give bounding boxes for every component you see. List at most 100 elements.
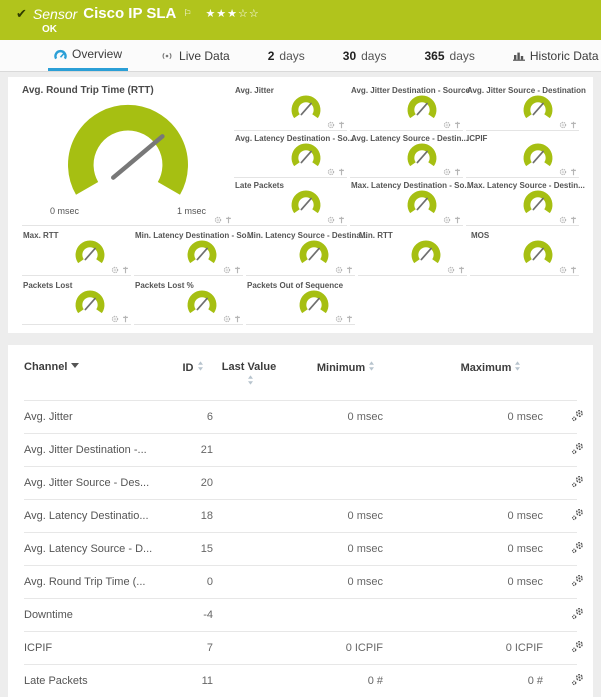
gauge-pin-icon[interactable] <box>454 121 461 129</box>
priority-stars[interactable]: ★★★☆☆ <box>205 7 259 20</box>
gauge-settings-gear-icon[interactable] <box>111 315 119 323</box>
gauge-card[interactable]: Avg. Jitter <box>234 83 347 131</box>
gauge-card[interactable]: MOS <box>470 228 579 276</box>
gauge-pin-icon[interactable] <box>458 266 465 274</box>
gauge-settings-gear-icon[interactable] <box>223 315 231 323</box>
gauge-settings-gear-icon[interactable] <box>443 216 451 224</box>
channel-settings-gears-icon[interactable] <box>571 442 584 458</box>
channel-maximum: 0 msec <box>411 531 571 566</box>
gauge-settings-gear-icon[interactable] <box>223 266 231 274</box>
column-header-maximum[interactable]: Maximum <box>411 357 571 400</box>
gauge-settings-gear-icon[interactable] <box>335 315 343 323</box>
gauge-settings-gear-icon[interactable] <box>335 266 343 274</box>
column-header-actions <box>571 357 577 400</box>
gauge-settings-gear-icon[interactable] <box>559 168 567 176</box>
small-gauges-grid: Avg. Jitter Avg. Jitter Destination - So… <box>234 83 586 226</box>
sort-arrows-icon <box>514 361 521 374</box>
gauge-card[interactable]: Min. Latency Source - Destina... <box>246 228 367 276</box>
tab-overview[interactable]: Overview <box>48 40 129 71</box>
gauge-settings-gear-icon[interactable] <box>559 266 567 274</box>
tab-365-days[interactable]: 365 days <box>418 40 480 71</box>
sensor-status-header: ✔ Sensor Cisco IP SLA ⚐ ★★★☆☆ OK <box>0 0 601 40</box>
gauge-card[interactable]: Avg. Jitter Destination - Source <box>350 83 470 131</box>
gauge-card[interactable]: ICPIF <box>466 131 579 179</box>
gauge-settings-gear-icon[interactable] <box>443 121 451 129</box>
tab-historic-data[interactable]: Historic Data <box>507 40 601 71</box>
gauge-card[interactable]: Packets Lost % <box>134 278 243 326</box>
table-row: Late Packets 11 0 # 0 # <box>24 663 583 697</box>
channel-settings-gears-icon[interactable] <box>571 574 584 590</box>
small-gauges-row-5: Packets Lost Packets Lost % Packets Out … <box>22 278 579 326</box>
gauge-card[interactable]: Max. Latency Source - Destin... <box>466 178 585 226</box>
table-row: Avg. Jitter 6 0 msec 0 msec <box>24 399 583 434</box>
gauge-settings-gear-icon[interactable] <box>447 266 455 274</box>
sensor-name[interactable]: Cisco IP SLA <box>83 5 176 22</box>
channel-settings-gears-icon[interactable] <box>571 409 584 425</box>
channel-settings-gears-icon[interactable] <box>571 508 584 524</box>
channel-name: Avg. Round Trip Time (... <box>24 564 169 599</box>
channel-settings-gears-icon[interactable] <box>571 640 584 656</box>
gauge-pin-icon[interactable] <box>570 216 577 224</box>
priority-flag-icon[interactable]: ⚐ <box>183 8 191 19</box>
gauge-pin-icon[interactable] <box>234 266 241 274</box>
channel-settings-gears-icon[interactable] <box>571 541 584 557</box>
gauge-settings-gear-icon[interactable] <box>559 121 567 129</box>
tab-2-days[interactable]: 2 days <box>262 40 311 71</box>
gauge-pin-icon[interactable] <box>570 266 577 274</box>
gauge-pin-icon[interactable] <box>225 216 232 224</box>
gauge-card[interactable]: Avg. Jitter Source - Destination <box>466 83 586 131</box>
gauge-card-avg-rtt[interactable]: Avg. Round Trip Time (RTT) 0 msec 1 msec <box>22 83 234 226</box>
tab-label: Overview <box>72 47 123 61</box>
gauge-pin-icon[interactable] <box>338 121 345 129</box>
tab-live-data[interactable]: Live Data <box>154 40 236 71</box>
column-header-id[interactable]: ID <box>169 357 217 400</box>
gauge-pin-icon[interactable] <box>570 121 577 129</box>
gauge-title: Min. RTT <box>359 231 393 240</box>
gauge-card[interactable]: Avg. Latency Destination - So... <box>234 131 354 179</box>
gauge-settings-gear-icon[interactable] <box>559 216 567 224</box>
gauge-pin-icon[interactable] <box>234 315 241 323</box>
gauge-card[interactable]: Packets Lost <box>22 278 131 326</box>
gauge-card[interactable]: Min. RTT <box>358 228 467 276</box>
gauge-settings-gear-icon[interactable] <box>327 168 335 176</box>
sort-arrows-icon <box>197 361 204 374</box>
live-broadcast-icon <box>160 51 174 61</box>
channel-id: 0 <box>169 564 217 599</box>
gauge-pin-icon[interactable] <box>454 168 461 176</box>
channel-settings-gears-icon[interactable] <box>571 673 584 689</box>
gauge-pin-icon[interactable] <box>122 266 129 274</box>
gauge-settings-gear-icon[interactable] <box>214 216 222 224</box>
gauge-settings-gear-icon[interactable] <box>443 168 451 176</box>
tab-number: 2 <box>267 48 275 63</box>
tab-30-days[interactable]: 30 days <box>337 40 393 71</box>
gauge-card[interactable]: Packets Out of Sequence <box>246 278 355 326</box>
gauge-pin-icon[interactable] <box>338 216 345 224</box>
gauge-pin-icon[interactable] <box>346 266 353 274</box>
gauge-pin-icon[interactable] <box>338 168 345 176</box>
status-badge: OK <box>42 24 57 35</box>
channel-settings-gears-icon[interactable] <box>571 475 584 491</box>
gauge-pin-icon[interactable] <box>570 168 577 176</box>
gauge-settings-gear-icon[interactable] <box>111 266 119 274</box>
gauge-card[interactable]: Max. Latency Destination - So... <box>350 178 471 226</box>
channel-last-value <box>217 531 281 566</box>
gauge-pin-icon[interactable] <box>454 216 461 224</box>
table-row: Downtime -4 <box>24 597 583 632</box>
gauge-settings-gear-icon[interactable] <box>327 121 335 129</box>
column-header-channel[interactable]: Channel <box>24 357 169 400</box>
gauge-card[interactable]: Avg. Latency Source - Destin... <box>350 131 468 179</box>
channel-last-value <box>217 663 281 697</box>
column-header-minimum[interactable]: Minimum <box>281 357 411 400</box>
gauge-settings-gear-icon[interactable] <box>327 216 335 224</box>
gauge-card[interactable]: Min. Latency Destination - So... <box>134 228 253 276</box>
gauge-dial <box>291 143 321 166</box>
gauge-pin-icon[interactable] <box>122 315 129 323</box>
gauge-card[interactable]: Late Packets <box>234 178 347 226</box>
gauge-card[interactable]: Max. RTT <box>22 228 131 276</box>
gauge-pin-icon[interactable] <box>346 315 353 323</box>
channel-settings-gears-icon[interactable] <box>571 607 584 623</box>
gauge-dial <box>407 190 437 214</box>
column-header-last-value[interactable]: Last Value <box>217 357 281 400</box>
gauge-title: Min. Latency Destination - So... <box>135 231 254 240</box>
gauge-dial <box>411 240 441 264</box>
